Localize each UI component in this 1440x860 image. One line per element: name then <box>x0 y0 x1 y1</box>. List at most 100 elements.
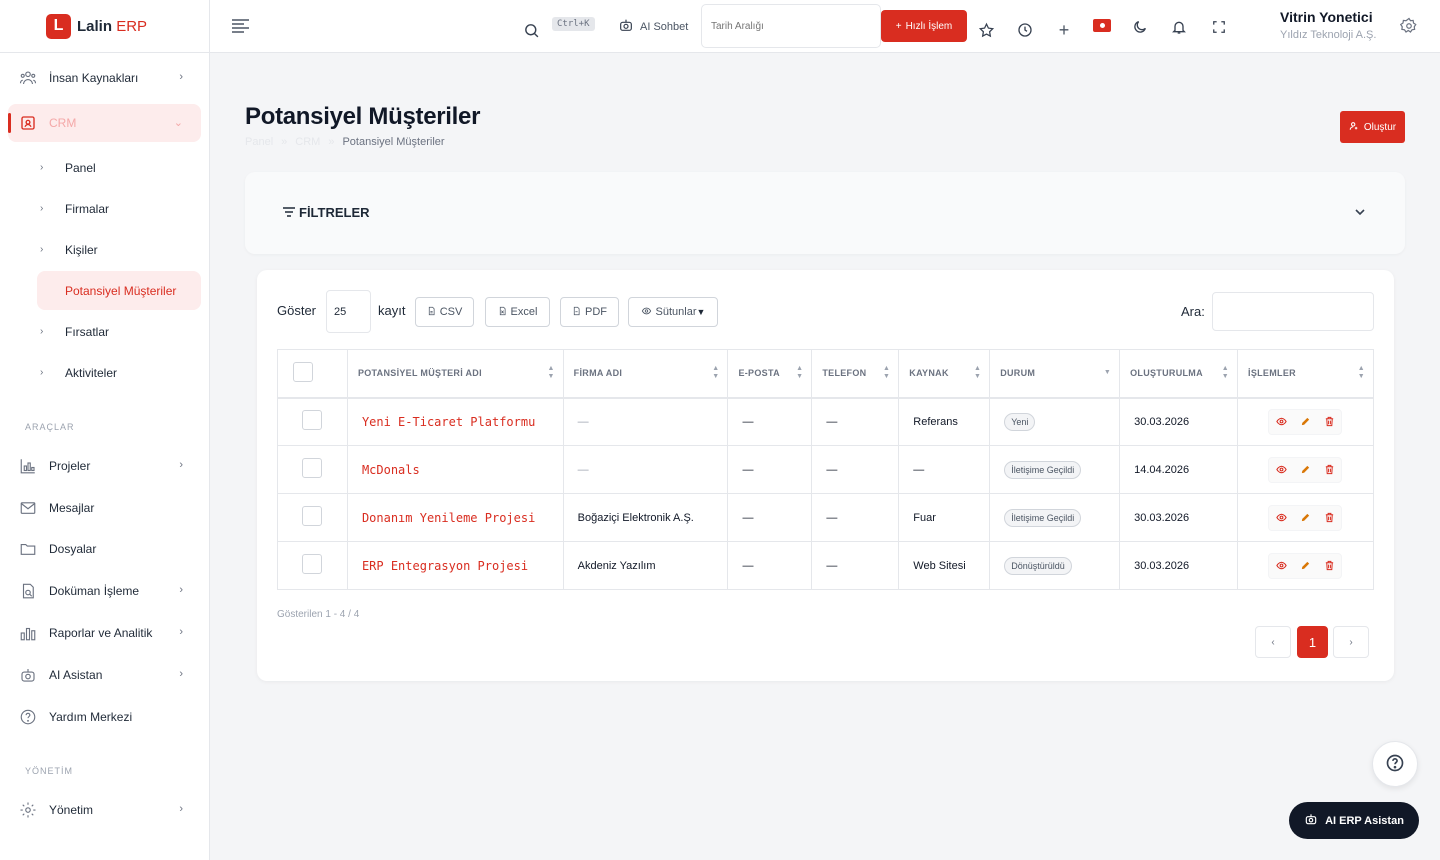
sidebar-item-document-processing[interactable]: Doküman İşleme › <box>8 572 201 610</box>
sidebar-item-admin[interactable]: Yönetim › <box>8 791 201 829</box>
pencil-icon[interactable] <box>1293 458 1317 482</box>
pagination-next-button[interactable]: › <box>1333 626 1369 658</box>
table-row[interactable]: McDonals — — — — İletişime Geçildi 14.04.2026 <box>277 445 1374 494</box>
menu-icon[interactable] <box>230 16 250 36</box>
table-row[interactable]: Yeni E-Ticaret Platformu — — — Referans Yeni 3… <box>277 397 1374 446</box>
fullscreen-icon[interactable] <box>1209 17 1229 37</box>
sidebar-item-hr[interactable]: İnsan Kaynakları › <box>8 59 201 97</box>
breadcrumb-item[interactable]: Panel <box>245 136 273 148</box>
eye-icon[interactable] <box>1269 458 1293 482</box>
sidebar-subitem-panel[interactable]: › Panel <box>37 148 201 187</box>
row-checkbox[interactable] <box>302 554 322 574</box>
ai-assistant-button[interactable]: AI ERP Asistan <box>1289 802 1419 839</box>
pencil-icon[interactable] <box>1293 506 1317 530</box>
created-cell: 14.04.2026 <box>1119 445 1239 494</box>
lead-name-cell[interactable]: Donanım Yenileme Projesi <box>346 493 564 542</box>
lead-name-link[interactable]: Donanım Yenileme Projesi <box>362 511 535 525</box>
star-icon[interactable] <box>976 20 996 40</box>
excel-button[interactable]: Excel <box>485 297 550 327</box>
table-row[interactable]: ERP Entegrasyon Projesi Akdeniz Yazılım — —… <box>277 541 1374 590</box>
user-name[interactable]: Vitrin Yonetici <box>1280 9 1373 25</box>
breadcrumb-item[interactable]: CRM <box>295 136 320 148</box>
sidebar-item-ai-assistant[interactable]: AI Asistan › <box>8 656 201 694</box>
search-icon[interactable] <box>520 19 542 41</box>
eye-icon[interactable] <box>1269 410 1293 434</box>
lead-name-cell[interactable]: ERP Entegrasyon Projesi <box>346 541 564 590</box>
table-row[interactable]: Donanım Yenileme Projesi Boğaziçi Elektro… <box>277 493 1374 542</box>
row-checkbox[interactable] <box>302 458 322 478</box>
column-header-lead-name[interactable]: POTANSİYEL MÜŞTERİ ADI ▲ ▼ <box>346 349 564 399</box>
trash-icon[interactable] <box>1317 410 1341 434</box>
eye-icon[interactable] <box>1269 506 1293 530</box>
csv-button[interactable]: CSV <box>415 297 474 327</box>
table-header-row: POTANSİYEL MÜŞTERİ ADI ▲ ▼ FİRMA ADI ▲ ▼ E-P… <box>277 349 1374 399</box>
trash-icon[interactable] <box>1317 554 1341 578</box>
clock-icon[interactable] <box>1015 20 1035 40</box>
phone-cell: — <box>811 445 900 494</box>
email-value: — <box>742 559 754 572</box>
ai-chat-label: AI Sohbet <box>640 20 689 33</box>
sidebar-item-messages[interactable]: Mesajlar <box>8 489 201 527</box>
select-all-checkbox[interactable] <box>293 362 313 383</box>
column-header-phone[interactable]: TELEFON ▲ ▼ <box>811 349 900 399</box>
trash-icon[interactable] <box>1317 458 1341 482</box>
lead-name-link[interactable]: Yeni E-Ticaret Platformu <box>362 415 535 429</box>
page-length-input[interactable] <box>326 290 371 333</box>
sidebar-subitem-leads[interactable]: Potansiyel Müşteriler <box>37 271 201 310</box>
table-search-input[interactable] <box>1212 292 1374 331</box>
pagination-prev-button[interactable]: ‹ <box>1255 626 1291 658</box>
lead-name-link[interactable]: ERP Entegrasyon Projesi <box>362 559 528 573</box>
settings-icon[interactable] <box>1399 16 1419 36</box>
pencil-icon[interactable] <box>1293 410 1317 434</box>
source-value: Fuar <box>913 511 936 524</box>
row-select-cell <box>277 445 348 494</box>
help-button[interactable] <box>1372 741 1418 787</box>
column-header-created[interactable]: OLUŞTURULMA ▲ ▼ <box>1119 349 1239 399</box>
date-range-input[interactable] <box>701 4 881 48</box>
sidebar-item-files[interactable]: Dosyalar <box>8 530 201 568</box>
lead-name-cell[interactable]: Yeni E-Ticaret Platformu <box>346 397 564 446</box>
column-header-company[interactable]: FİRMA ADI ▲ ▼ <box>562 349 729 399</box>
pencil-icon[interactable] <box>1293 554 1317 578</box>
plus-icon[interactable]: + <box>1054 20 1074 40</box>
row-checkbox[interactable] <box>302 410 322 431</box>
quick-action-button[interactable]: + Hızlı İşlem <box>881 10 967 42</box>
pdf-button[interactable]: PDF <box>560 297 619 327</box>
sidebar-subitem-contacts[interactable]: › Kişiler <box>37 230 201 269</box>
filter-panel[interactable]: FİLTRELER <box>245 172 1405 254</box>
sidebar-item-crm[interactable]: CRM ⌄ <box>8 104 201 142</box>
column-header-email[interactable]: E-POSTA ▲ ▼ <box>727 349 813 399</box>
column-header-source[interactable]: KAYNAK ▲ ▼ <box>898 349 991 399</box>
bell-icon[interactable] <box>1169 17 1189 37</box>
chevron-right-icon: › <box>40 244 44 255</box>
subitem-label: Firmalar <box>65 201 109 216</box>
sidebar-subitem-activities[interactable]: › Aktiviteler <box>37 353 201 392</box>
logo[interactable]: L Lalin ERP <box>0 0 209 53</box>
sidebar-item-help-center[interactable]: Yardım Merkezi <box>8 698 201 736</box>
columns-button[interactable]: Sütunlar ▼ <box>628 297 718 327</box>
company-value: — <box>577 463 589 476</box>
moon-icon[interactable] <box>1130 17 1150 37</box>
plus-icon: + <box>895 20 902 32</box>
pagination-page-button[interactable]: 1 <box>1297 626 1328 658</box>
trash-icon[interactable] <box>1317 506 1341 530</box>
source-value: Web Sitesi <box>913 559 966 572</box>
sidebar-item-label: İnsan Kaynakları <box>49 71 139 85</box>
company-cell: — <box>562 445 729 494</box>
sidebar-subitem-opportunities[interactable]: › Fırsatlar <box>37 312 201 351</box>
row-checkbox[interactable] <box>302 506 322 526</box>
eye-icon[interactable] <box>1269 554 1293 578</box>
column-header-status[interactable]: DURUM ▼ <box>989 349 1121 399</box>
sidebar-item-projects[interactable]: Projeler › <box>8 447 201 485</box>
lead-name-cell[interactable]: McDonals <box>346 445 564 494</box>
flag-icon[interactable] <box>1093 19 1111 32</box>
created-cell: 30.03.2026 <box>1119 541 1239 590</box>
excel-label: Excel <box>510 306 538 318</box>
create-button[interactable]: Oluştur <box>1340 111 1405 143</box>
chevron-down-icon[interactable] <box>1355 205 1365 219</box>
ai-chat-button[interactable]: AI Sohbet <box>618 17 688 36</box>
lead-name-link[interactable]: McDonals <box>362 463 420 477</box>
sidebar-item-reports[interactable]: Raporlar ve Analitik › <box>8 614 201 652</box>
sidebar-subitem-companies[interactable]: › Firmalar <box>37 189 201 228</box>
actions-cell <box>1237 397 1374 446</box>
